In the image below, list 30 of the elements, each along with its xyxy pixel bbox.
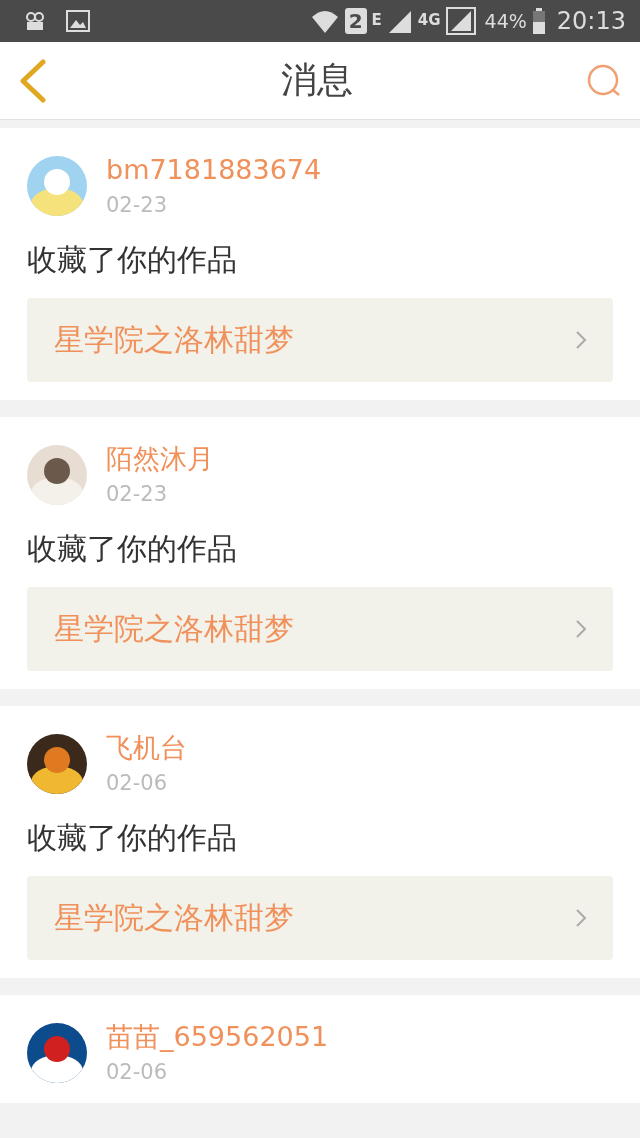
battery-icon bbox=[531, 8, 546, 34]
battery-percent: 44% bbox=[484, 10, 527, 32]
chevron-right-icon bbox=[575, 619, 587, 639]
image-icon bbox=[66, 10, 90, 32]
message-date: 02-06 bbox=[106, 1059, 169, 1085]
wifi-icon bbox=[309, 8, 340, 34]
chevron-right-icon bbox=[575, 330, 587, 350]
username-link[interactable]: 苗苗_659562051 bbox=[106, 1021, 329, 1053]
clock: 20:13 bbox=[556, 7, 626, 35]
sim-badge: 2 bbox=[344, 8, 367, 34]
page-title: 消息 bbox=[281, 58, 353, 102]
network-label: 4G bbox=[417, 11, 441, 29]
work-link[interactable]: 星学院之洛林甜梦 bbox=[27, 587, 613, 671]
username-link[interactable]: 飞机台 bbox=[106, 732, 187, 764]
message-text: 收藏了你的作品 bbox=[27, 241, 238, 279]
search-icon[interactable] bbox=[586, 63, 622, 98]
chevron-right-icon bbox=[575, 908, 587, 928]
app-icon bbox=[24, 10, 46, 32]
work-link[interactable]: 星学院之洛林甜梦 bbox=[27, 298, 613, 382]
message-date: 02-23 bbox=[106, 481, 169, 507]
work-link[interactable]: 星学院之洛林甜梦 bbox=[27, 876, 613, 960]
signal-icon bbox=[445, 7, 476, 35]
network-label: E bbox=[371, 11, 382, 29]
message-text: 收藏了你的作品 bbox=[27, 819, 238, 857]
back-icon[interactable] bbox=[18, 58, 48, 103]
username-link[interactable]: bm7181883674 bbox=[106, 154, 322, 186]
message-text: 收藏了你的作品 bbox=[27, 530, 238, 568]
message-date: 02-06 bbox=[106, 770, 169, 796]
message-date: 02-23 bbox=[106, 192, 169, 218]
username-link[interactable]: 陌然沐月 bbox=[106, 443, 214, 475]
